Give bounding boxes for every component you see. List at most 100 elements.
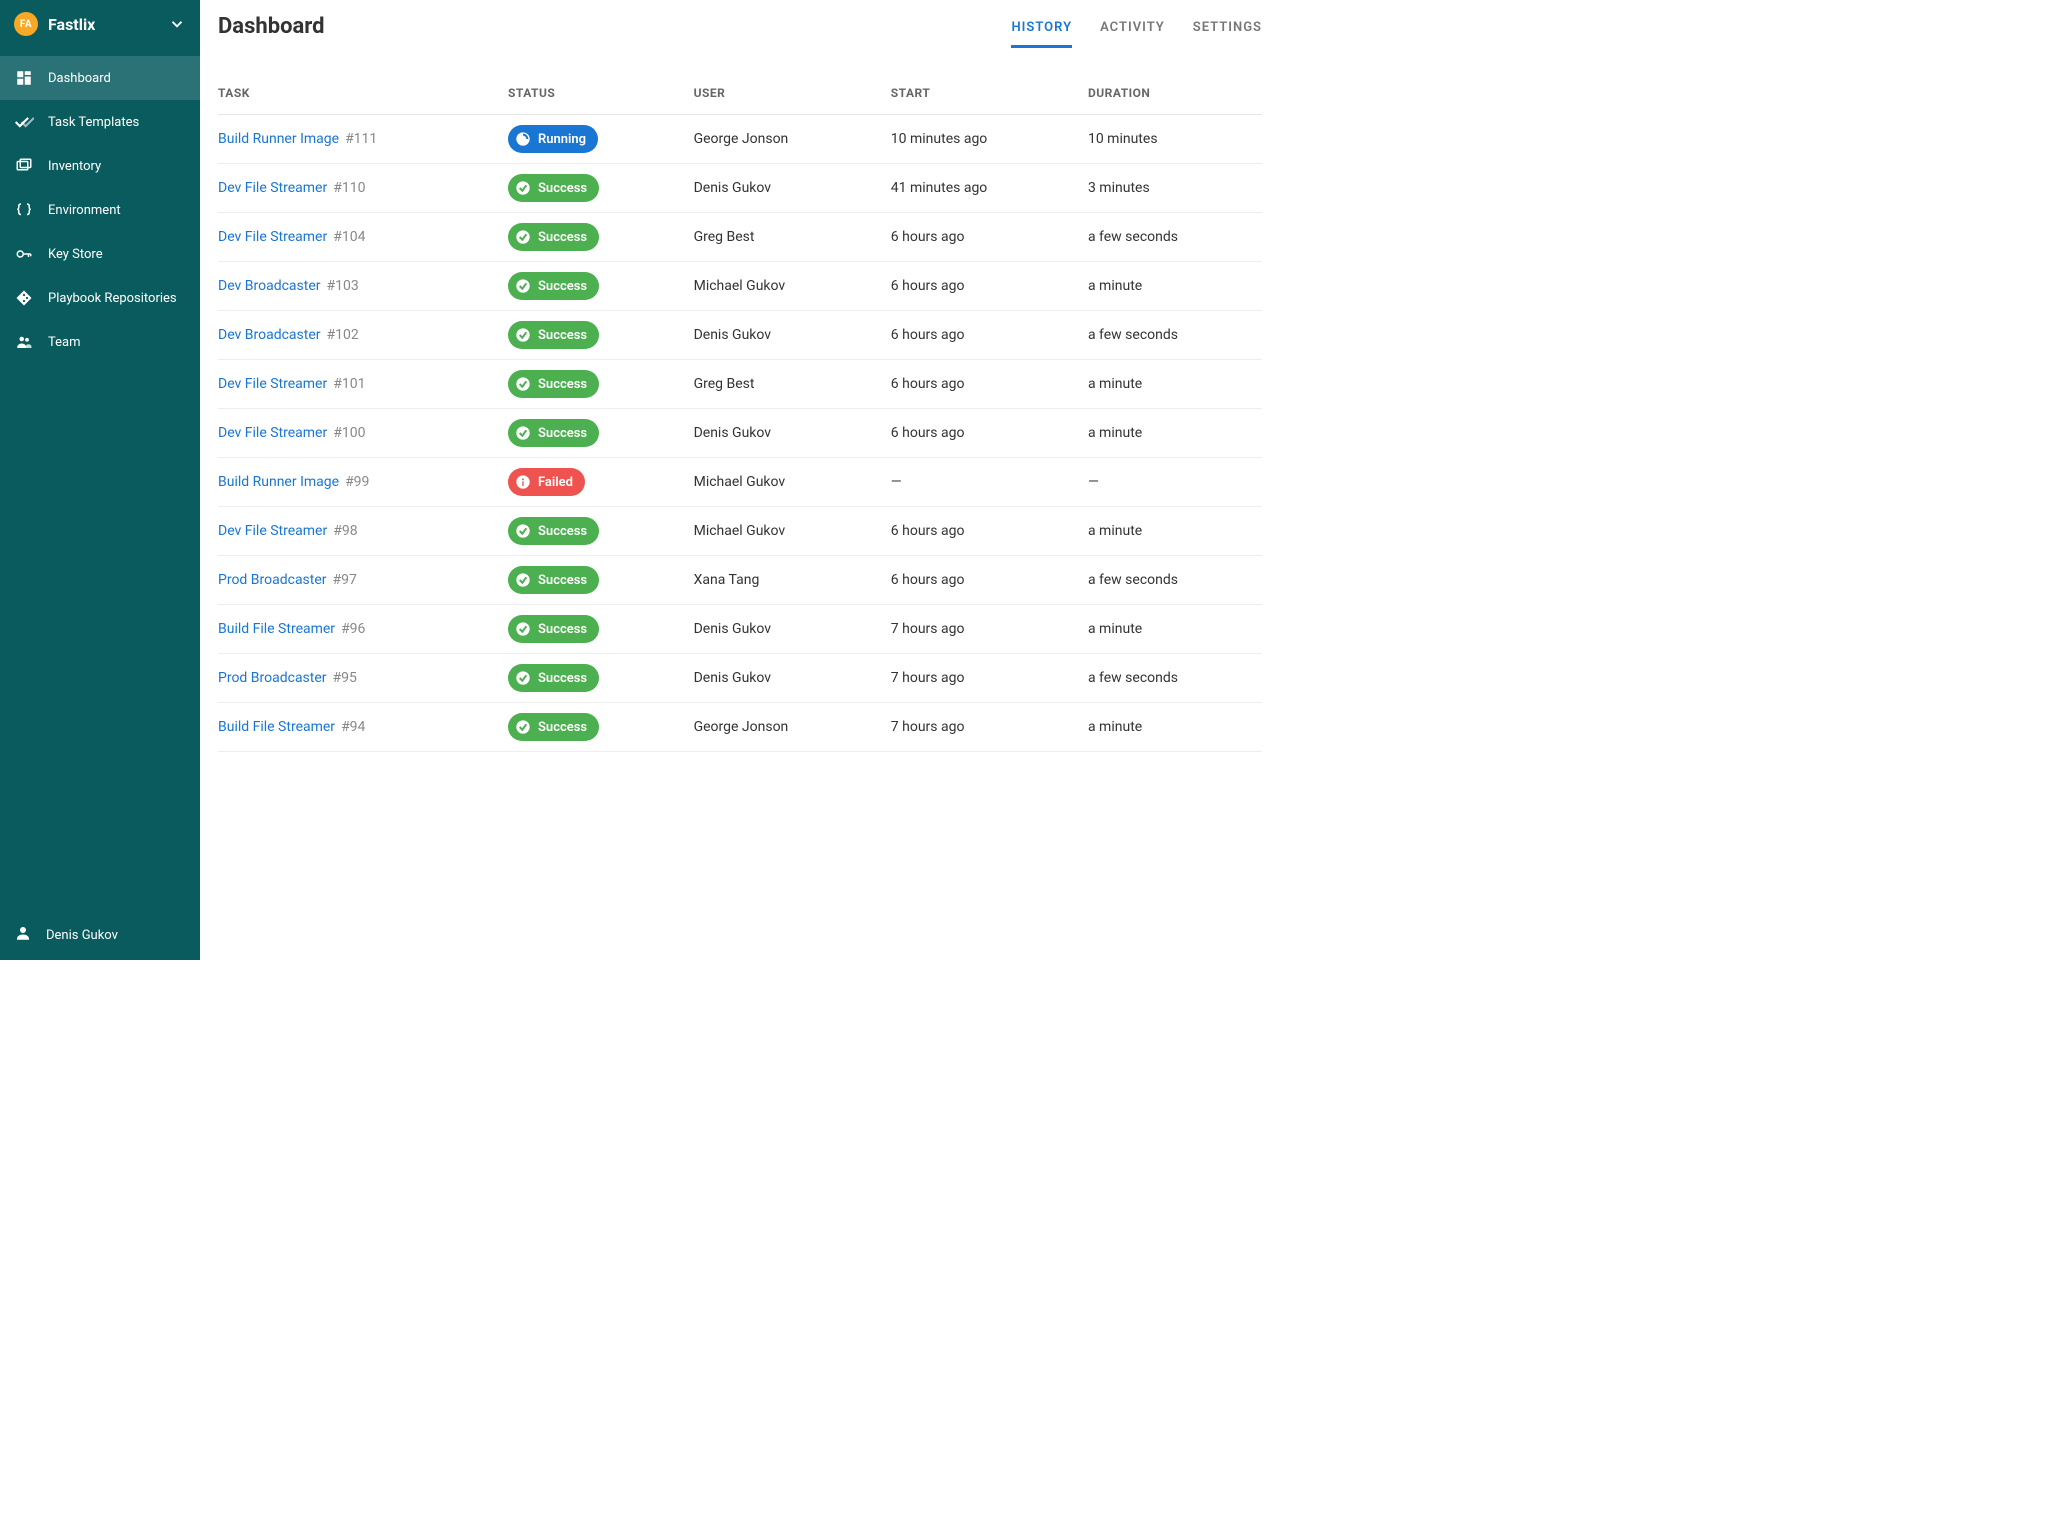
- task-link[interactable]: Dev File Streamer: [218, 229, 327, 245]
- task-id: #99: [345, 474, 369, 490]
- task-id: #103: [327, 278, 359, 294]
- task-link[interactable]: Dev File Streamer: [218, 376, 327, 392]
- task-link[interactable]: Dev File Streamer: [218, 180, 327, 196]
- cell-start: 6 hours ago: [891, 213, 1088, 262]
- cell-duration: a minute: [1088, 409, 1262, 458]
- info-circle-icon: [514, 473, 532, 491]
- cell-user: Denis Gukov: [694, 409, 891, 458]
- sidebar-item-inventory[interactable]: Inventory: [0, 144, 200, 188]
- cell-duration: a minute: [1088, 703, 1262, 752]
- task-link[interactable]: Prod Broadcaster: [218, 572, 327, 588]
- cell-task: Build File Streamer#96: [218, 605, 508, 654]
- task-link[interactable]: Dev Broadcaster: [218, 327, 321, 343]
- task-link[interactable]: Build Runner Image: [218, 131, 339, 147]
- cell-duration: 10 minutes: [1088, 115, 1262, 164]
- cell-duration: a minute: [1088, 262, 1262, 311]
- brand-avatar: FA: [14, 12, 38, 36]
- cell-duration: 3 minutes: [1088, 164, 1262, 213]
- cell-task: Dev File Streamer #110: [218, 164, 508, 213]
- cell-start: 41 minutes ago: [891, 164, 1088, 213]
- table-row: Dev Broadcaster#103SuccessMichael Gukov6…: [218, 262, 1262, 311]
- cell-user: George Jonson: [694, 703, 891, 752]
- sidebar-item-task-templates[interactable]: Task Templates: [0, 100, 200, 144]
- table-row: Dev Broadcaster#102SuccessDenis Gukov6 h…: [218, 311, 1262, 360]
- sidebar-item-key-store[interactable]: Key Store: [0, 232, 200, 276]
- task-id: #98: [333, 523, 357, 539]
- column-header-duration: DURATION: [1088, 76, 1262, 115]
- sidebar-item-team[interactable]: Team: [0, 320, 200, 364]
- task-link[interactable]: Dev Broadcaster: [218, 278, 321, 294]
- sidebar: FA Fastlix Dashboard Task Templates Invent…: [0, 0, 200, 960]
- git-icon: [14, 288, 34, 308]
- sidebar-item-environment[interactable]: Environment: [0, 188, 200, 232]
- cell-status: Success: [508, 262, 694, 311]
- status-label: Success: [538, 279, 587, 294]
- status-chip-success: Success: [508, 419, 599, 447]
- cell-user: Xana Tang: [694, 556, 891, 605]
- cell-task: Dev Broadcaster #102: [218, 311, 508, 360]
- status-chip-running: Running: [508, 125, 598, 153]
- cell-duration: a few seconds: [1088, 556, 1262, 605]
- sidebar-item-label: Team: [48, 335, 81, 350]
- table-row: Prod Broadcaster#97SuccessXana Tang6 hou…: [218, 556, 1262, 605]
- status-chip-success: Success: [508, 664, 599, 692]
- status-chip-success: Success: [508, 370, 599, 398]
- task-link[interactable]: Dev File Streamer: [218, 425, 327, 441]
- table-row: Dev File Streamer#104SuccessGreg Best6 h…: [218, 213, 1262, 262]
- table-row: Dev File Streamer#101SuccessGreg Best6 h…: [218, 360, 1262, 409]
- sidebar-item-dashboard[interactable]: Dashboard: [0, 56, 200, 100]
- monitors-icon: [14, 156, 34, 176]
- current-user[interactable]: Denis Gukov: [0, 910, 200, 960]
- cell-status: Success: [508, 654, 694, 703]
- table-row: Dev File Streamer#100SuccessDenis Gukov6…: [218, 409, 1262, 458]
- table-row: Dev File Streamer#110SuccessDenis Gukov4…: [218, 164, 1262, 213]
- column-header-task: TASK: [218, 76, 508, 115]
- task-link[interactable]: Dev File Streamer: [218, 523, 327, 539]
- task-link[interactable]: Build File Streamer: [218, 621, 335, 637]
- check-circle-icon: [514, 424, 532, 442]
- task-link[interactable]: Build File Streamer: [218, 719, 335, 735]
- table-row: Build File Streamer#96SuccessDenis Gukov…: [218, 605, 1262, 654]
- sidebar-item-label: Key Store: [48, 247, 103, 262]
- tab-activity[interactable]: ACTIVITY: [1100, 14, 1165, 48]
- cell-duration: a few seconds: [1088, 213, 1262, 262]
- cell-duration: a minute: [1088, 360, 1262, 409]
- task-id: #102: [327, 327, 359, 343]
- cell-task: Dev File Streamer #101: [218, 360, 508, 409]
- column-header-status: STATUS: [508, 76, 694, 115]
- status-chip-success: Success: [508, 713, 599, 741]
- status-chip-success: Success: [508, 174, 599, 202]
- sidebar-item-label: Task Templates: [48, 115, 139, 130]
- task-id: #110: [333, 180, 365, 196]
- task-link[interactable]: Build Runner Image: [218, 474, 339, 490]
- cell-duration: a few seconds: [1088, 311, 1262, 360]
- cell-user: Denis Gukov: [694, 654, 891, 703]
- current-user-name: Denis Gukov: [46, 928, 118, 943]
- cell-start: 6 hours ago: [891, 311, 1088, 360]
- tabs: HISTORY ACTIVITY SETTINGS: [1011, 14, 1262, 48]
- task-link[interactable]: Prod Broadcaster: [218, 670, 327, 686]
- cell-status: Success: [508, 311, 694, 360]
- cell-start: 10 minutes ago: [891, 115, 1088, 164]
- table-row: Build Runner Image#99FailedMichael Gukov…: [218, 458, 1262, 507]
- status-chip-success: Success: [508, 517, 599, 545]
- main-content: Dashboard HISTORYACTIVITYSETTINGS TASKST…: [200, 0, 1280, 960]
- people-icon: [14, 332, 34, 352]
- cell-duration: a minute: [1088, 507, 1262, 556]
- table-row: Build File Streamer#94SuccessGeorge Jons…: [218, 703, 1262, 752]
- task-id: #101: [333, 376, 365, 392]
- project-switcher[interactable]: FA Fastlix: [0, 0, 200, 48]
- check-circle-icon: [514, 228, 532, 246]
- cell-status: Success: [508, 605, 694, 654]
- chevron-down-icon: [168, 15, 186, 33]
- check-circle-icon: [514, 522, 532, 540]
- cell-user: Denis Gukov: [694, 605, 891, 654]
- sidebar-item-playbook-repositories[interactable]: Playbook Repositories: [0, 276, 200, 320]
- task-id: #111: [345, 131, 377, 147]
- tab-settings[interactable]: SETTINGS: [1193, 14, 1262, 48]
- cell-duration: —: [1088, 458, 1262, 507]
- tab-history[interactable]: HISTORY: [1011, 14, 1072, 48]
- cell-user: George Jonson: [694, 115, 891, 164]
- cell-status: Success: [508, 164, 694, 213]
- status-label: Success: [538, 671, 587, 686]
